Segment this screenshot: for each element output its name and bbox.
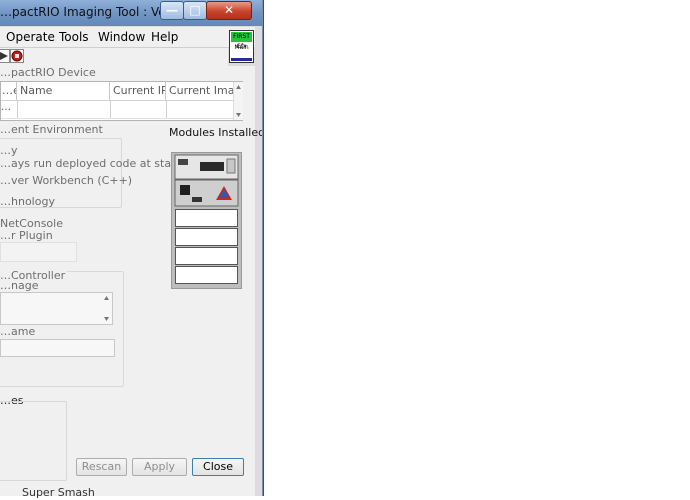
maximize-button[interactable]: □ [183,1,207,20]
table-scrollbar[interactable] [233,82,243,120]
device-table[interactable]: …ess Name Current IP Current Imag… … [0,81,243,121]
imaging-tool-window: …pactRIO Imaging Tool : Version … — □ ✕ … [0,0,263,496]
stop-icon [11,50,23,62]
menu-tools[interactable]: Tools [59,30,89,44]
name-label: …ame [0,325,36,338]
col-header-current-image[interactable]: Current Imag… [166,82,233,100]
listbox-scroll-icon [104,296,109,321]
crio-controller-icon [174,154,239,207]
cell-divider [17,101,18,118]
col-header-address[interactable]: …ess [0,82,17,100]
menu-window[interactable]: Window [98,30,145,44]
menu-operate[interactable]: Operate [6,30,55,44]
minimize-icon: — [166,3,178,17]
scroll-arrows-icon [236,85,241,117]
plugin-field[interactable] [0,242,77,262]
first-logo-icon: FIRST Gfx Main [229,30,254,63]
title-bar[interactable]: …pactRIO Imaging Tool : Version … — □ ✕ [0,0,262,26]
minimize-button[interactable]: — [160,1,184,20]
module-slot-1[interactable] [175,209,238,227]
crio-chassis-image [171,152,242,289]
module-slot-2[interactable] [175,228,238,246]
close-window-button[interactable]: ✕ [206,1,252,20]
logo-top-text: FIRST Gfx [231,32,252,50]
table-row-rule [1,118,237,119]
module-slot-4[interactable] [175,266,238,284]
cell-address: … [1,102,11,113]
apply-button[interactable]: Apply [132,458,187,476]
col-header-name[interactable]: Name [17,82,110,100]
environment-line-2[interactable]: …ays run deployed code at startup [0,157,194,170]
menu-bar: Operate Tools Window Help [0,27,255,48]
cell-divider [166,101,167,118]
environment-line-3[interactable]: …ver Workbench (C++) [0,174,132,187]
close-button[interactable]: Close [192,458,244,476]
taskbar-item[interactable]: Super Smash [22,486,95,499]
image-listbox[interactable] [0,292,113,325]
image-label: …nage [0,279,39,292]
module-slot-3[interactable] [175,247,238,265]
plugin-other[interactable]: …r Plugin [0,229,53,242]
rescan-button[interactable]: Rescan [76,458,127,476]
run-button[interactable] [0,49,10,63]
name-field[interactable] [0,339,115,357]
close-icon: ✕ [223,3,235,17]
table-row[interactable]: … [1,101,233,118]
col-header-current-ip[interactable]: Current IP [110,82,166,100]
extra-group [0,401,67,481]
toolbar [0,48,228,66]
logo-label: Main [234,44,249,51]
abort-button[interactable] [10,49,24,63]
modules-installed-label: Modules Installed [169,126,263,139]
device-section-label: …pactRIO Device [0,66,96,79]
menu-help[interactable]: Help [151,30,178,44]
environment-line-4[interactable]: …hnology [0,195,55,208]
cell-divider [110,101,111,118]
environment-line-1[interactable]: …y [0,144,18,157]
maximize-icon: □ [189,3,201,17]
logo-strip [231,58,252,61]
environment-label: …ent Environment [0,123,103,136]
run-arrow-icon [0,52,8,60]
